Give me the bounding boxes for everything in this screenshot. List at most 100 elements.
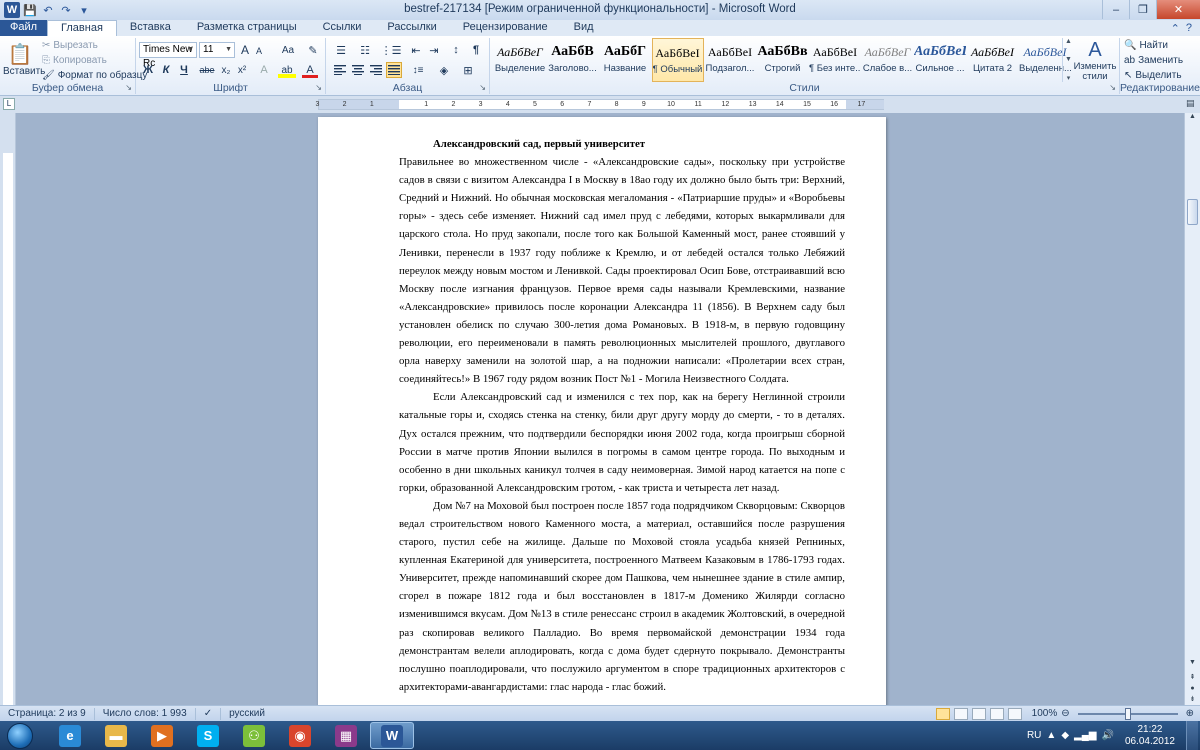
italic-button[interactable]: К — [158, 62, 174, 78]
language-indicator[interactable]: русский — [221, 708, 273, 720]
tab-file[interactable]: Файл — [0, 20, 48, 36]
numbering-button[interactable]: ☷ — [356, 42, 374, 58]
style-item[interactable]: АаБбВеI ¶ Без инте... — [809, 38, 861, 82]
borders-icon[interactable]: ⊞ — [458, 62, 478, 78]
zoom-level[interactable]: 100% — [1032, 708, 1058, 719]
language-bar[interactable]: RU — [1027, 730, 1041, 741]
align-right-button[interactable] — [368, 62, 384, 78]
maximize-button[interactable]: ❐ — [1129, 0, 1156, 19]
page-indicator[interactable]: Страница: 2 из 9 — [0, 707, 95, 720]
customize-icon[interactable]: ▾ — [76, 2, 92, 18]
increase-indent-button[interactable]: ⇥ — [426, 42, 442, 58]
taskbar-app-button[interactable]: S — [186, 722, 230, 749]
clear-formatting-button[interactable]: ✎ — [305, 42, 321, 58]
style-item[interactable]: АаБбВ Заголово... — [547, 38, 599, 82]
chevron-up-icon[interactable]: ▲ — [1065, 38, 1072, 45]
strikethrough-button[interactable]: abe — [198, 62, 216, 78]
close-button[interactable]: ✕ — [1156, 0, 1200, 19]
word-count[interactable]: Число слов: 1 993 — [95, 707, 196, 720]
previous-page-icon[interactable]: ⇞ — [1186, 673, 1199, 685]
more-icon[interactable]: ▾ — [1067, 74, 1071, 82]
style-item[interactable]: АаБбВеI Подзагол... — [704, 38, 756, 82]
taskbar-app-button[interactable]: ⚇ — [232, 722, 276, 749]
dialog-launcher-icon[interactable]: ↘ — [125, 82, 132, 94]
minimize-button[interactable]: – — [1102, 0, 1129, 19]
tab-selector[interactable]: L — [3, 98, 15, 110]
tray-arrow-icon[interactable]: ▲ — [1046, 730, 1056, 741]
style-item[interactable]: АаБбВв Строгий — [757, 38, 809, 82]
draft-view-icon[interactable] — [1007, 707, 1022, 720]
change-styles-icon[interactable]: A — [1080, 38, 1110, 62]
copy-button[interactable]: ⎘ Копировать — [42, 55, 107, 66]
shrink-font-button[interactable]: A — [253, 44, 265, 58]
font-size-combo[interactable]: 11 ▼ — [199, 42, 235, 58]
dialog-launcher-icon[interactable]: ↘ — [479, 82, 486, 94]
tab-insert[interactable]: Вставка — [117, 20, 184, 36]
change-styles-button[interactable]: Изменить стили — [1072, 62, 1118, 82]
show-marks-button[interactable]: ¶ — [468, 42, 484, 58]
taskbar-app-button[interactable]: ▬ — [94, 722, 138, 749]
taskbar-app-button[interactable]: e — [48, 722, 92, 749]
style-item[interactable]: АаБбВеI ¶ Обычный — [651, 38, 704, 82]
scrollbar-thumb[interactable] — [1187, 199, 1198, 225]
cut-button[interactable]: ✂ Вырезать — [42, 40, 98, 51]
view-ruler-icon[interactable]: ▤ — [1186, 98, 1198, 110]
redo-icon[interactable]: ↷ — [58, 2, 74, 18]
style-item[interactable]: АаБбВеГ Слабое в... — [862, 38, 914, 82]
tab-home[interactable]: Главная — [47, 20, 117, 36]
scroll-down-icon[interactable]: ▼ — [1186, 659, 1199, 671]
save-icon[interactable]: 💾 — [22, 2, 38, 18]
justify-button[interactable] — [386, 62, 402, 78]
align-left-button[interactable] — [332, 62, 348, 78]
tab-page-layout[interactable]: Разметка страницы — [184, 20, 310, 36]
help-icon[interactable]: ? — [1186, 22, 1192, 34]
bullets-button[interactable]: ☰ — [332, 42, 350, 58]
scroll-up-icon[interactable]: ▲ — [1186, 113, 1199, 125]
tray-network-icon[interactable]: ▂▄▆ — [1074, 730, 1096, 741]
taskbar-app-button[interactable]: ▦ — [324, 722, 368, 749]
taskbar-app-button[interactable]: ◉ — [278, 722, 322, 749]
sort-button[interactable]: ↕ — [448, 42, 464, 58]
change-case-button[interactable]: Aa — [279, 42, 297, 58]
start-button[interactable] — [0, 721, 40, 750]
tab-references[interactable]: Ссылки — [310, 20, 375, 36]
tray-app-icon[interactable]: ◆ — [1061, 730, 1069, 741]
find-button[interactable]: 🔍 Найти — [1124, 40, 1168, 51]
show-desktop-button[interactable] — [1186, 721, 1198, 750]
horizontal-ruler[interactable]: 3 2 1 1 2 3 4 5 6 7 8 9 10 11 12 13 14 15 16 17 — [315, 99, 884, 110]
minimize-ribbon-icon[interactable]: ⌃ — [1171, 22, 1180, 35]
chevron-down-icon[interactable]: ▼ — [1065, 56, 1072, 63]
replace-button[interactable]: ab Заменить — [1124, 55, 1183, 66]
style-item[interactable]: АаБбВеI Цитата 2 — [967, 38, 1019, 82]
line-spacing-icon[interactable]: ↕≡ — [408, 62, 428, 78]
volume-icon[interactable]: 🔊 — [1101, 730, 1113, 741]
full-screen-view-icon[interactable] — [953, 707, 968, 720]
taskbar-app-button[interactable]: ▶ — [140, 722, 184, 749]
document-page[interactable]: Александровский сад, первый университет … — [318, 117, 886, 705]
print-layout-view-icon[interactable] — [935, 707, 950, 720]
multilevel-list-button[interactable]: ⋮☰ — [380, 42, 402, 58]
align-center-button[interactable] — [350, 62, 366, 78]
style-item[interactable]: АаБбВеГ Выделение — [494, 38, 546, 82]
superscript-button[interactable]: x² — [234, 62, 250, 78]
tab-review[interactable]: Рецензирование — [450, 20, 561, 36]
zoom-slider-knob[interactable] — [1124, 707, 1131, 720]
dialog-launcher-icon[interactable]: ↘ — [315, 82, 322, 94]
text-effects-button[interactable]: A — [256, 62, 272, 78]
vertical-scrollbar[interactable]: ▲ ▼ ⇞ ● ⇟ — [1184, 113, 1200, 705]
font-name-combo[interactable]: Times New Rc ▼ — [139, 42, 197, 69]
zoom-slider[interactable] — [1077, 707, 1178, 720]
web-layout-view-icon[interactable] — [971, 707, 986, 720]
grow-font-button[interactable]: A — [238, 42, 252, 58]
next-page-icon[interactable]: ⇟ — [1186, 695, 1199, 705]
outline-view-icon[interactable] — [989, 707, 1004, 720]
style-item[interactable]: АаБбГ Название — [599, 38, 651, 82]
bold-button[interactable]: Ж — [140, 62, 156, 78]
shading-icon[interactable]: ◈ — [434, 62, 454, 78]
word-logo-icon[interactable]: W — [4, 2, 20, 18]
taskbar-app-button[interactable]: W — [370, 722, 414, 749]
zoom-out-icon[interactable]: ⊖ — [1061, 708, 1069, 719]
paste-button[interactable]: Вставить — [3, 66, 45, 77]
paste-icon[interactable]: 📋 — [4, 40, 36, 68]
highlight-button[interactable]: ab — [278, 62, 296, 78]
